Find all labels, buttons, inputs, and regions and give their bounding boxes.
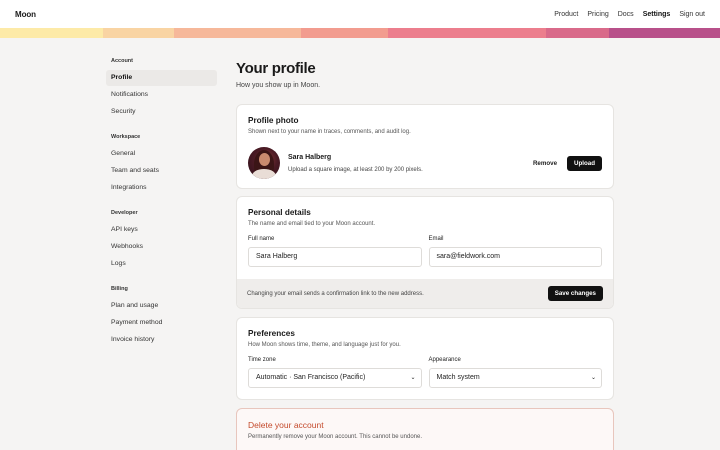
brand-stripe — [0, 28, 720, 38]
page-subtitle: How you show up in Moon. — [236, 82, 321, 89]
timezone-label: Time zone — [248, 357, 276, 363]
sidebar-item-logs[interactable]: Logs — [106, 256, 217, 272]
nav-docs[interactable]: Docs — [618, 11, 634, 18]
profile-photo-card: Profile photo Shown next to your name in… — [236, 104, 614, 189]
page-header: Your profile How you show up in Moon. — [236, 60, 614, 89]
appearance-label: Appearance — [428, 357, 461, 363]
save-changes-button[interactable]: Save changes — [547, 286, 603, 301]
sidebar-item-invoices[interactable]: Invoice history — [106, 332, 217, 348]
preferences-card: Preferences How Moon shows time, theme, … — [236, 317, 614, 400]
stripe-segment — [0, 28, 103, 38]
timezone-value: Automatic · San Francisco (Pacific) — [256, 374, 366, 381]
nav-settings[interactable]: Settings — [643, 11, 671, 18]
settings-sidebar: Account Profile Notifications Security W… — [106, 58, 217, 349]
card-title: Preferences — [248, 329, 295, 338]
sidebar-section-billing: Billing — [111, 286, 128, 292]
appearance-value: Match system — [436, 374, 480, 381]
sidebar-item-integrations[interactable]: Integrations — [106, 180, 217, 196]
personal-details-card: Personal details The name and email tied… — [236, 196, 614, 309]
top-nav: Product Pricing Docs Settings Sign out — [554, 11, 705, 18]
email-input[interactable]: sara@fieldwork.com — [428, 247, 602, 267]
card-subtitle: How Moon shows time, theme, and language… — [248, 342, 401, 348]
upload-hint: Upload a square image, at least 200 by 2… — [288, 166, 423, 173]
stripe-segment — [103, 28, 174, 38]
danger-title: Delete your account — [248, 420, 324, 430]
sidebar-section-workspace: Workspace — [111, 134, 141, 140]
sidebar-item-webhooks[interactable]: Webhooks — [106, 239, 217, 255]
delete-account-card: Delete your account Permanently remove y… — [236, 408, 614, 450]
stripe-segment — [301, 28, 388, 38]
email-label: Email — [428, 236, 444, 242]
nav-sign-out[interactable]: Sign out — [679, 11, 705, 18]
email-change-note: Changing your email sends a confirmation… — [247, 290, 424, 297]
stripe-segment — [174, 28, 301, 38]
card-title: Personal details — [248, 208, 311, 217]
danger-subtitle: Permanently remove your Moon account. Th… — [248, 434, 422, 440]
upload-photo-button[interactable]: Upload — [567, 155, 602, 171]
top-bar: Moon Product Pricing Docs Settings Sign … — [0, 0, 720, 28]
card-title: Profile photo — [248, 116, 299, 125]
sidebar-item-security[interactable]: Security — [106, 104, 217, 120]
full-name-label: Full name — [248, 236, 275, 242]
stripe-segment — [546, 28, 609, 38]
stripe-segment — [609, 28, 720, 38]
sidebar-item-payment[interactable]: Payment method — [106, 315, 217, 331]
sidebar-item-team[interactable]: Team and seats — [106, 163, 217, 179]
sidebar-item-plan[interactable]: Plan and usage — [106, 298, 217, 314]
app-logo[interactable]: Moon — [15, 10, 36, 19]
card-subtitle: The name and email tied to your Moon acc… — [248, 221, 376, 227]
sidebar-item-api-keys[interactable]: API keys — [106, 222, 217, 238]
card-footer: Changing your email sends a confirmation… — [237, 279, 613, 308]
card-subtitle: Shown next to your name in traces, comme… — [248, 129, 411, 135]
page-title: Your profile — [236, 60, 316, 77]
appearance-select[interactable]: Match system ⌄ — [428, 368, 602, 388]
sidebar-section-developer: Developer — [111, 210, 138, 216]
profile-name: Sara Halberg — [288, 153, 332, 161]
avatar — [248, 147, 280, 179]
timezone-select[interactable]: Automatic · San Francisco (Pacific) ⌄ — [248, 368, 422, 388]
remove-photo-button[interactable]: Remove — [527, 156, 563, 171]
stripe-segment — [388, 28, 546, 38]
sidebar-item-profile[interactable]: Profile — [106, 70, 217, 86]
nav-pricing[interactable]: Pricing — [587, 11, 608, 18]
sidebar-section-account: Account — [111, 58, 133, 64]
chevron-down-icon: ⌄ — [590, 375, 596, 381]
nav-product[interactable]: Product — [554, 11, 578, 18]
chevron-down-icon: ⌄ — [410, 375, 416, 381]
sidebar-item-general[interactable]: General — [106, 146, 217, 162]
sidebar-item-notifications[interactable]: Notifications — [106, 87, 217, 103]
full-name-input[interactable]: Sara Halberg — [248, 247, 422, 267]
